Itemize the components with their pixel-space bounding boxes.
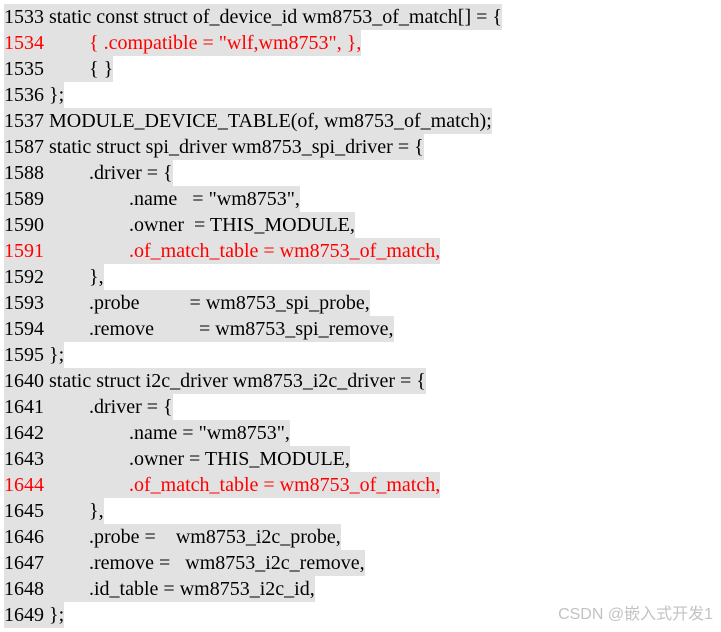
- code-line-content: 1588 .driver = {: [4, 160, 173, 186]
- line-code: };: [44, 604, 64, 626]
- code-line-content: 1640 static struct i2c_driver wm8753_i2c…: [4, 368, 426, 394]
- code-line: 1640 static struct i2c_driver wm8753_i2c…: [4, 368, 717, 394]
- line-code: MODULE_DEVICE_TABLE(of, wm8753_of_match)…: [44, 110, 492, 132]
- line-code: .probe = wm8753_i2c_probe,: [44, 526, 341, 548]
- code-line: 1536 };: [4, 82, 717, 108]
- line-code: .driver = {: [44, 396, 173, 418]
- line-code: { }: [44, 58, 113, 80]
- line-number: 1587: [4, 136, 44, 158]
- code-line-content: 1643 .owner = THIS_MODULE,: [4, 446, 350, 472]
- line-code: .owner = THIS_MODULE,: [44, 448, 350, 470]
- line-number: 1646: [4, 526, 44, 548]
- code-line: 1642 .name = "wm8753",: [4, 420, 717, 446]
- code-line-content: 1587 static struct spi_driver wm8753_spi…: [4, 134, 424, 160]
- code-line: 1649 };: [4, 602, 717, 628]
- line-code: { .compatible = "wlf,wm8753", },: [44, 32, 361, 54]
- code-line-content: 1641 .driver = {: [4, 394, 173, 420]
- code-line: 1588 .driver = {: [4, 160, 717, 186]
- line-code: static struct spi_driver wm8753_spi_driv…: [44, 136, 424, 158]
- code-line-content: 1535 { }: [4, 56, 113, 82]
- code-line: 1646 .probe = wm8753_i2c_probe,: [4, 524, 717, 550]
- code-line: 1592 },: [4, 264, 717, 290]
- line-number: 1647: [4, 552, 44, 574]
- line-code: static const struct of_device_id wm8753_…: [44, 6, 502, 28]
- line-code: .remove = wm8753_i2c_remove,: [44, 552, 365, 574]
- line-code: .of_match_table = wm8753_of_match,: [44, 474, 440, 496]
- line-number: 1591: [4, 240, 44, 262]
- line-number: 1535: [4, 58, 44, 80]
- line-code: .name = "wm8753",: [44, 422, 290, 444]
- line-code: static struct i2c_driver wm8753_i2c_driv…: [44, 370, 426, 392]
- code-line-content: 1590 .owner = THIS_MODULE,: [4, 212, 355, 238]
- line-number: 1594: [4, 318, 44, 340]
- code-line: 1589 .name = "wm8753",: [4, 186, 717, 212]
- code-line: 1534 { .compatible = "wlf,wm8753", },: [4, 30, 717, 56]
- line-number: 1648: [4, 578, 44, 600]
- code-line-content: 1593 .probe = wm8753_spi_probe,: [4, 290, 370, 316]
- line-code: .remove = wm8753_spi_remove,: [44, 318, 394, 340]
- code-line-content: 1642 .name = "wm8753",: [4, 420, 290, 446]
- line-number: 1644: [4, 474, 44, 496]
- code-line: 1533 static const struct of_device_id wm…: [4, 4, 717, 30]
- code-line: 1593 .probe = wm8753_spi_probe,: [4, 290, 717, 316]
- line-code: .of_match_table = wm8753_of_match,: [44, 240, 440, 262]
- code-line-content: 1537 MODULE_DEVICE_TABLE(of, wm8753_of_m…: [4, 108, 492, 134]
- code-line-content: 1592 },: [4, 264, 104, 290]
- code-line: 1645 },: [4, 498, 717, 524]
- line-code: },: [44, 500, 104, 522]
- code-line-content: 1594 .remove = wm8753_spi_remove,: [4, 316, 394, 342]
- line-number: 1640: [4, 370, 44, 392]
- line-number: 1592: [4, 266, 44, 288]
- line-number: 1642: [4, 422, 44, 444]
- code-line: 1587 static struct spi_driver wm8753_spi…: [4, 134, 717, 160]
- line-number: 1588: [4, 162, 44, 184]
- code-line: 1590 .owner = THIS_MODULE,: [4, 212, 717, 238]
- line-number: 1641: [4, 396, 44, 418]
- line-code: };: [44, 84, 64, 106]
- code-line-content: 1533 static const struct of_device_id wm…: [4, 4, 502, 30]
- code-listing: 1533 static const struct of_device_id wm…: [4, 4, 717, 628]
- line-code: .name = "wm8753",: [44, 188, 300, 210]
- code-line-content: 1645 },: [4, 498, 104, 524]
- line-number: 1593: [4, 292, 44, 314]
- code-line-content: 1595 };: [4, 342, 64, 368]
- line-number: 1537: [4, 110, 44, 132]
- code-line: 1591 .of_match_table = wm8753_of_match,: [4, 238, 717, 264]
- line-number: 1649: [4, 604, 44, 626]
- line-number: 1589: [4, 188, 44, 210]
- code-line-content: 1648 .id_table = wm8753_i2c_id,: [4, 576, 315, 602]
- line-code: .driver = {: [44, 162, 173, 184]
- line-code: .probe = wm8753_spi_probe,: [44, 292, 370, 314]
- code-line-content: 1589 .name = "wm8753",: [4, 186, 300, 212]
- code-line-content: 1647 .remove = wm8753_i2c_remove,: [4, 550, 365, 576]
- line-number: 1536: [4, 84, 44, 106]
- code-line-content: 1534 { .compatible = "wlf,wm8753", },: [4, 30, 361, 56]
- code-line: 1641 .driver = {: [4, 394, 717, 420]
- line-number: 1590: [4, 214, 44, 236]
- line-code: .id_table = wm8753_i2c_id,: [44, 578, 315, 600]
- code-line: 1535 { }: [4, 56, 717, 82]
- code-line-content: 1649 };: [4, 602, 64, 628]
- line-number: 1645: [4, 500, 44, 522]
- line-number: 1595: [4, 344, 44, 366]
- line-number: 1643: [4, 448, 44, 470]
- line-code: };: [44, 344, 64, 366]
- code-line: 1594 .remove = wm8753_spi_remove,: [4, 316, 717, 342]
- code-line: 1595 };: [4, 342, 717, 368]
- code-line: 1644 .of_match_table = wm8753_of_match,: [4, 472, 717, 498]
- code-line-content: 1536 };: [4, 82, 64, 108]
- line-number: 1533: [4, 6, 44, 28]
- code-line: 1647 .remove = wm8753_i2c_remove,: [4, 550, 717, 576]
- code-line-content: 1591 .of_match_table = wm8753_of_match,: [4, 238, 440, 264]
- code-line: 1643 .owner = THIS_MODULE,: [4, 446, 717, 472]
- line-code: .owner = THIS_MODULE,: [44, 214, 355, 236]
- code-line-content: 1644 .of_match_table = wm8753_of_match,: [4, 472, 440, 498]
- code-line: 1537 MODULE_DEVICE_TABLE(of, wm8753_of_m…: [4, 108, 717, 134]
- code-line-content: 1646 .probe = wm8753_i2c_probe,: [4, 524, 341, 550]
- line-code: },: [44, 266, 104, 288]
- line-number: 1534: [4, 32, 44, 54]
- code-line: 1648 .id_table = wm8753_i2c_id,: [4, 576, 717, 602]
